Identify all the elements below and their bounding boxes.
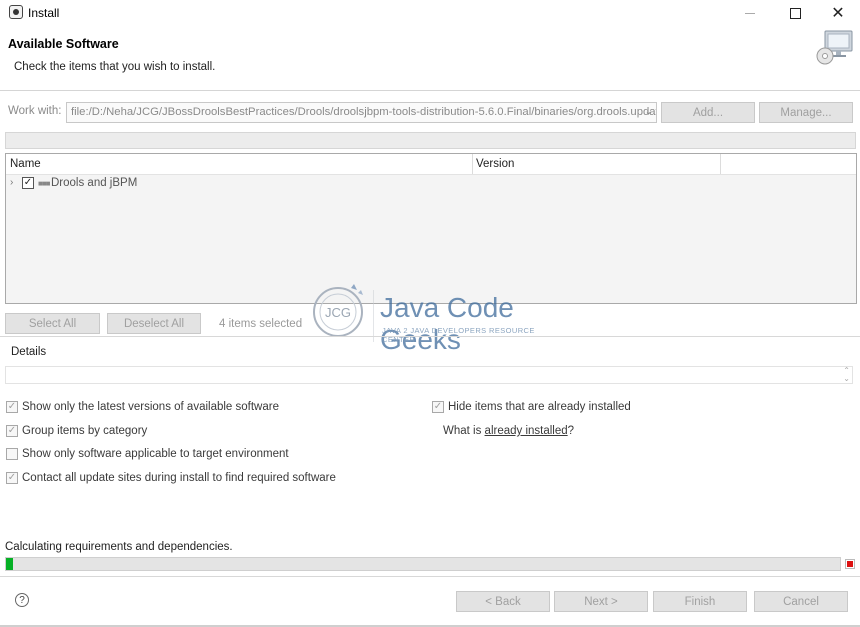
group-by-category-label: Group items by category [22, 425, 148, 437]
back-button[interactable]: < Back [456, 591, 550, 612]
column-divider [472, 154, 473, 174]
target-env-checkbox[interactable] [6, 448, 18, 460]
chevron-down-icon[interactable]: ⌄ [645, 106, 653, 117]
minimize-icon [745, 12, 755, 14]
what-is-suffix: ? [567, 425, 575, 437]
close-button[interactable]: ✕ [816, 0, 860, 26]
check-icon: ✓ [7, 425, 17, 436]
table-row[interactable]: › ✓ ■■■ Drools and jBPM [6, 175, 856, 193]
target-env-label: Show only software applicable to target … [22, 448, 289, 460]
latest-versions-checkbox[interactable]: ✓ [6, 401, 18, 413]
deselect-all-button[interactable]: Deselect All [107, 313, 201, 334]
work-with-label: Work with: [8, 105, 62, 117]
cancel-button[interactable]: Cancel [754, 591, 848, 612]
select-all-button[interactable]: Select All [5, 313, 100, 334]
next-button[interactable]: Next > [554, 591, 648, 612]
work-with-combo[interactable]: file:/D:/Neha/JCG/JBossDroolsBestPractic… [66, 102, 657, 123]
hide-installed-label: Hide items that are already installed [448, 401, 631, 413]
row-checkbox[interactable]: ✓ [22, 177, 34, 189]
divider [0, 336, 860, 337]
table-header: Name Version [6, 154, 856, 175]
chevron-right-icon[interactable]: › [10, 177, 13, 188]
latest-versions-label: Show only the latest versions of availab… [22, 401, 279, 413]
logo-text: JCG [325, 305, 351, 320]
column-header-version[interactable]: Version [476, 158, 514, 170]
column-divider [720, 154, 721, 174]
watermark-tagline: JAVA 2 JAVA DEVELOPERS RESOURCE CENTER [382, 326, 535, 344]
stop-button[interactable] [845, 559, 855, 569]
maximize-icon [789, 7, 801, 19]
divider [0, 576, 860, 577]
page-subtitle: Check the items that you wish to install… [14, 61, 216, 73]
target-env-option[interactable]: Show only software applicable to target … [6, 448, 289, 460]
what-is-installed-text: What is already installed? [443, 425, 574, 437]
maximize-button[interactable] [773, 0, 817, 26]
contact-sites-label: Contact all update sites during install … [22, 472, 336, 484]
check-icon: ✓ [7, 401, 17, 412]
watermark-brand: Java Code Geeks [380, 292, 514, 355]
check-icon: ✓ [7, 472, 17, 483]
install-wizard-icon [816, 30, 853, 65]
hide-installed-option[interactable]: ✓ Hide items that are already installed [432, 401, 631, 413]
watermark-logo: JCG Java Code Geeks JAVA 2 JAVA DEVELOPE… [306, 278, 556, 355]
stop-icon [847, 561, 853, 567]
filter-input[interactable] [5, 132, 856, 149]
already-installed-link[interactable]: already installed [485, 425, 568, 437]
manage-sites-button[interactable]: Manage... [759, 102, 853, 123]
selected-count: 4 items selected [219, 318, 303, 330]
hide-installed-checkbox[interactable]: ✓ [432, 401, 444, 413]
progress-bar [5, 557, 841, 571]
minimize-button[interactable] [728, 0, 772, 26]
details-text-area[interactable]: ⌃ ⌄ [5, 366, 853, 384]
column-header-name[interactable]: Name [10, 158, 41, 170]
row-label: Drools and jBPM [51, 177, 138, 189]
page-title: Available Software [8, 37, 119, 51]
contact-sites-checkbox[interactable]: ✓ [6, 472, 18, 484]
what-is-prefix: What is [443, 425, 485, 437]
add-site-button[interactable]: Add... [661, 102, 755, 123]
finish-button[interactable]: Finish [653, 591, 747, 612]
check-icon: ✓ [433, 401, 443, 412]
category-icon: ■■■ [38, 179, 50, 188]
check-icon: ✓ [23, 177, 33, 188]
eclipse-icon [9, 5, 23, 19]
status-message: Calculating requirements and dependencie… [5, 541, 233, 553]
help-icon[interactable]: ? [15, 593, 29, 607]
jcg-logo-icon: JCG [313, 284, 374, 342]
group-by-category-checkbox[interactable]: ✓ [6, 425, 18, 437]
work-with-value: file:/D:/Neha/JCG/JBossDroolsBestPractic… [71, 106, 657, 118]
scroll-arrows-icon[interactable]: ⌃ ⌄ [843, 367, 850, 383]
contact-sites-option[interactable]: ✓ Contact all update sites during instal… [6, 472, 336, 484]
group-by-category-option[interactable]: ✓ Group items by category [6, 425, 147, 437]
latest-versions-option[interactable]: ✓ Show only the latest versions of avail… [6, 401, 279, 413]
wizard-banner [0, 26, 860, 91]
details-label: Details [11, 346, 47, 358]
close-icon: ✕ [831, 5, 845, 22]
progress-fill [6, 558, 13, 570]
window-title: Install [28, 6, 60, 20]
